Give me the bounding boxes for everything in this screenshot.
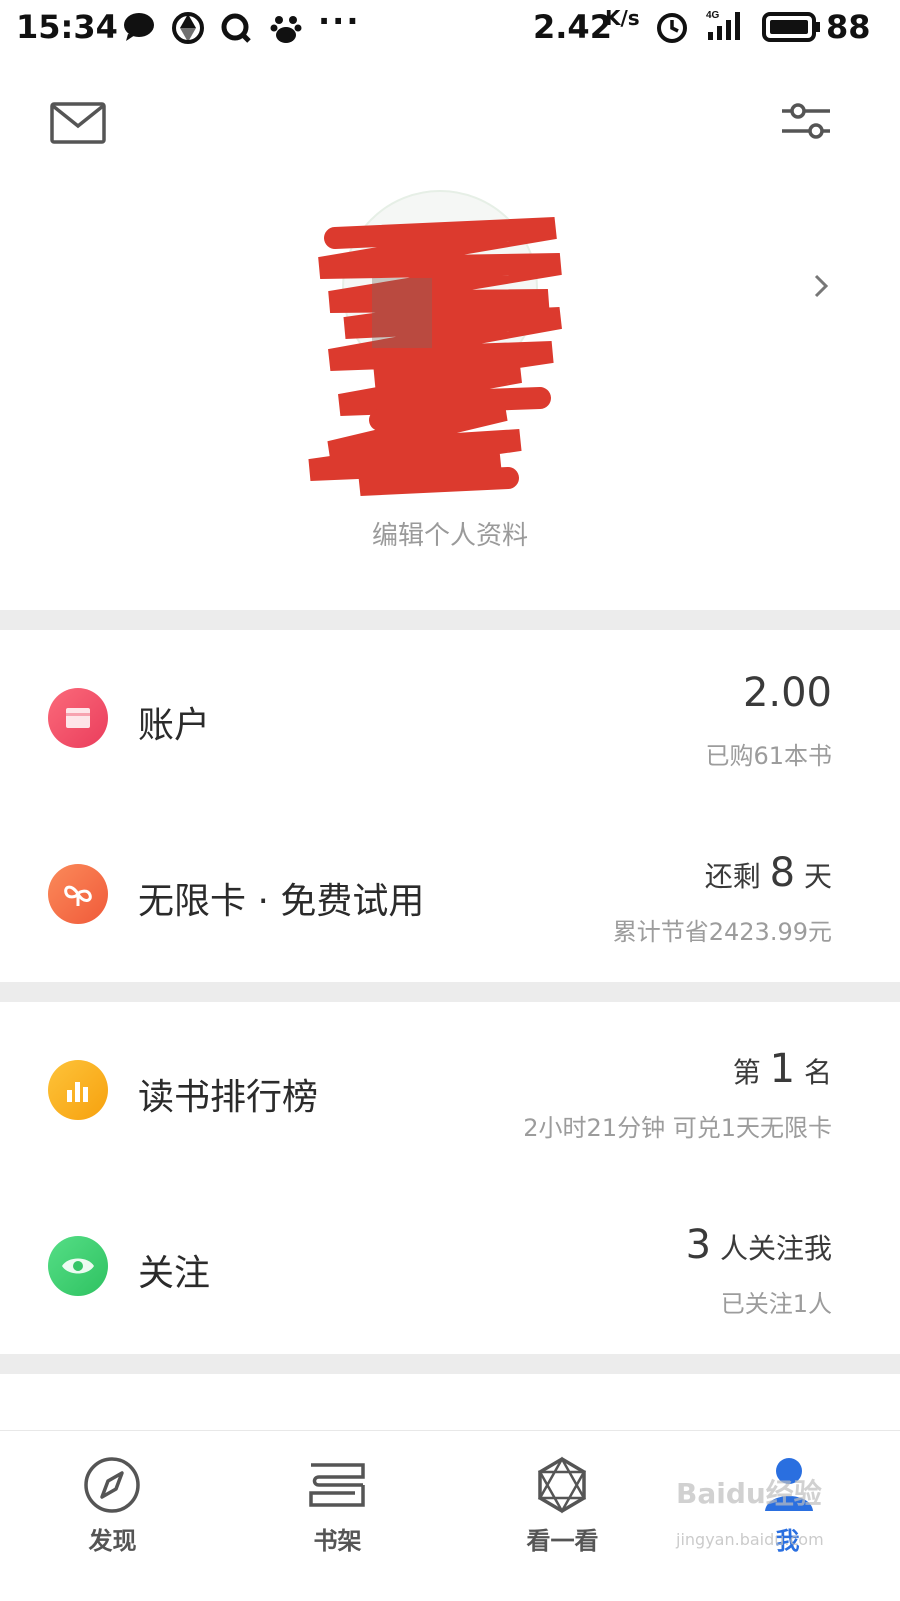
profile-section[interactable]: 编辑个人资料 [0, 60, 900, 610]
account-label: 账户 [138, 705, 211, 746]
total-savings: 累计节省2423.99元 [612, 918, 832, 946]
tab-discover-label: 发现 [88, 1527, 137, 1555]
chevron-right-icon[interactable] [812, 272, 830, 304]
eye-icon [48, 1236, 108, 1296]
infinity-card-label: 无限卡 · 免费试用 [138, 881, 425, 922]
edit-profile-link[interactable]: 编辑个人资料 [0, 515, 900, 552]
more-notifications-indicator: ··· [318, 2, 361, 40]
wallet-icon [48, 688, 108, 748]
tab-bookshelf[interactable]: 书架 [225, 1431, 450, 1601]
followers-count: 3 人关注我 [685, 1222, 832, 1268]
infinity-card-row[interactable]: 无限卡 · 免费试用 还剩 8 天 累计节省2423.99元 [0, 806, 900, 982]
ranking-position: 第 1 名 [732, 1046, 832, 1092]
network-speed-unit: K/s [605, 6, 640, 30]
follow-label: 关注 [138, 1253, 211, 1294]
bookshelf-icon [309, 1463, 365, 1507]
ranking-icon [48, 1060, 108, 1120]
reading-time: 2小时21分钟 可兑1天无限卡 [523, 1114, 832, 1142]
status-time: 15:34 [16, 8, 118, 46]
infinity-card-icon [48, 864, 108, 924]
tab-discover[interactable]: 发现 [0, 1431, 225, 1601]
account-purchased-count: 已购61本书 [705, 742, 832, 770]
reading-ranking-row[interactable]: 读书排行榜 第 1 名 2小时21分钟 可兑1天无限卡 [0, 1002, 900, 1178]
trial-days-remaining: 还剩 8 天 [704, 850, 832, 896]
account-row[interactable]: 账户 2.00 已购61本书 [0, 630, 900, 806]
alarm-icon [655, 10, 687, 43]
aperture-icon [172, 12, 204, 44]
star-hexagon-icon [537, 1456, 587, 1514]
tab-me[interactable]: 我 [675, 1431, 900, 1601]
watermark-text: Baidu经验 [676, 1477, 822, 1510]
tab-look-label: 看一看 [526, 1527, 599, 1555]
tab-bookshelf-label: 书架 [313, 1527, 362, 1555]
network-speed: 2.42 [533, 8, 612, 46]
reading-ranking-label: 读书排行榜 [138, 1077, 319, 1118]
svg-text:4G: 4G [706, 10, 720, 21]
section-divider [0, 982, 900, 1002]
tab-look[interactable]: 看一看 [450, 1431, 675, 1601]
battery-level: 88 [826, 8, 871, 46]
section-divider [0, 1354, 900, 1374]
section-divider [0, 610, 900, 630]
status-bar: 15:34 ··· 2.42 K/s 4G 88 [0, 0, 900, 56]
battery-icon [762, 12, 822, 42]
compass-icon [84, 1457, 140, 1513]
cellular-signal-icon: 4G [704, 8, 748, 40]
chat-bubble-icon [122, 12, 154, 42]
watermark-url: jingyan.baidu.com [676, 1530, 824, 1549]
account-balance: 2.00 [742, 670, 832, 716]
following-count: 已关注1人 [720, 1290, 832, 1318]
follow-row[interactable]: 关注 3 人关注我 已关注1人 [0, 1178, 900, 1354]
baidu-paw-icon [270, 12, 302, 43]
bottom-nav: 发现 书架 看一看 我 [0, 1430, 900, 1601]
q-app-icon [220, 12, 251, 43]
